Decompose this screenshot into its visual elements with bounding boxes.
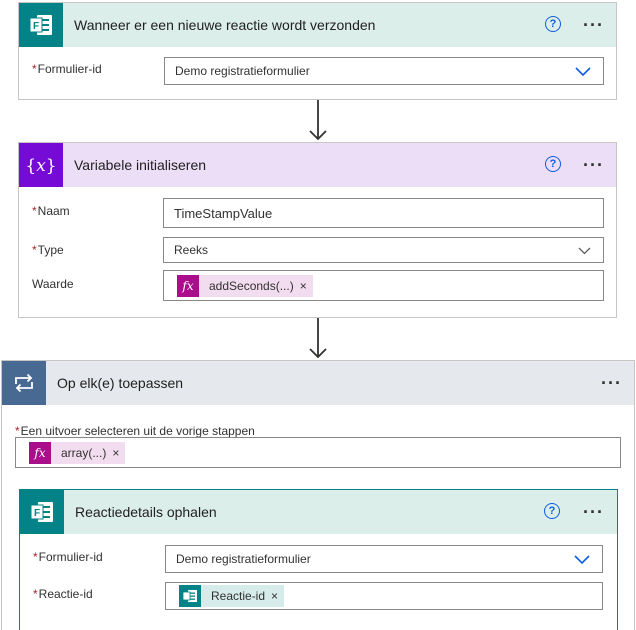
apply-to-each-title: Op elk(e) toepassen (57, 375, 184, 391)
forms-icon (179, 585, 201, 607)
more-options-icon[interactable]: ··· (583, 503, 604, 521)
dynamic-content-token[interactable]: Reactie-id × (179, 585, 285, 607)
more-options-icon[interactable]: ··· (583, 156, 604, 174)
name-label: *Naam (32, 204, 70, 218)
flow-arrow (309, 318, 327, 359)
variable-value-input[interactable]: fx addSeconds(...) × (163, 270, 604, 301)
init-variable-header[interactable]: {x} Variabele initialiseren ? ··· (19, 143, 616, 187)
init-variable-title: Variabele initialiseren (74, 157, 207, 173)
get-response-details-header[interactable]: F Reactiedetails ophalen ? ··· (20, 490, 617, 534)
svg-text:F: F (33, 21, 39, 32)
type-label: *Type (32, 243, 64, 257)
remove-token-icon[interactable]: × (112, 442, 125, 464)
chevron-down-icon (575, 67, 591, 77)
required-marker: * (33, 550, 38, 564)
expression-token-label: addSeconds(...) (209, 278, 294, 293)
variable-icon-tile: {x} (19, 143, 63, 187)
value-label: Waarde (32, 277, 74, 291)
required-marker: * (32, 62, 37, 76)
required-marker: * (15, 424, 20, 438)
fx-icon: fx (29, 441, 51, 464)
fx-icon: fx (177, 274, 199, 297)
select-output-input[interactable]: fx array(...) × (15, 437, 621, 468)
trigger-card: F Wanneer er een nieuwe reactie wordt ve… (18, 2, 617, 100)
select-output-label: *Een uitvoer selecteren uit de vorige st… (15, 424, 255, 438)
svg-text:{x}: {x} (25, 156, 56, 176)
remove-token-icon[interactable]: × (271, 585, 284, 607)
trigger-icon-tile: F (19, 3, 63, 47)
get-response-details-card: F Reactiedetails ophalen ? ··· *Formulie… (19, 489, 618, 630)
required-marker: * (32, 204, 37, 218)
variable-name-input[interactable]: TimeStampValue (163, 198, 604, 228)
variable-type-value: Reeks (174, 243, 209, 257)
variable-icon: {x} (25, 156, 56, 176)
more-options-icon[interactable]: ··· (601, 374, 622, 392)
form-id-value: Demo registratieformulier (175, 64, 310, 78)
remove-token-icon[interactable]: × (300, 275, 313, 297)
response-id-input[interactable]: Reactie-id × (165, 582, 603, 610)
init-variable-card: {x} Variabele initialiseren ? ··· *Naam … (18, 142, 617, 318)
help-icon[interactable]: ? (545, 16, 561, 32)
form-id-dropdown[interactable]: Demo registratieformulier (164, 57, 604, 85)
help-icon[interactable]: ? (545, 156, 561, 172)
forms-icon: F (30, 502, 53, 522)
apply-to-each-card: Op elk(e) toepassen ··· *Een uitvoer sel… (1, 360, 635, 630)
form-id-label: *Formulier-id (32, 62, 102, 76)
variable-name-value: TimeStampValue (174, 205, 273, 221)
trigger-title: Wanneer er een nieuwe reactie wordt verz… (74, 17, 376, 33)
expression-token[interactable]: fx addSeconds(...) × (177, 274, 313, 297)
more-options-icon[interactable]: ··· (583, 16, 604, 34)
loop-icon (15, 373, 33, 393)
form-id-value: Demo registratieformulier (176, 552, 311, 566)
forms-icon-tile: F (20, 490, 64, 534)
expression-token[interactable]: fx array(...) × (29, 441, 126, 464)
form-id-label: *Formulier-id (33, 550, 103, 564)
get-response-details-title: Reactiedetails ophalen (75, 504, 217, 520)
variable-type-dropdown[interactable]: Reeks (163, 237, 604, 263)
loop-icon-tile (2, 361, 46, 405)
flow-arrow (309, 100, 327, 141)
form-id-dropdown[interactable]: Demo registratieformulier (165, 545, 603, 573)
help-icon[interactable]: ? (544, 503, 560, 519)
trigger-card-header[interactable]: F Wanneer er een nieuwe reactie wordt ve… (19, 3, 616, 47)
chevron-down-icon (574, 555, 590, 565)
required-marker: * (33, 587, 38, 601)
svg-text:F: F (34, 508, 40, 519)
required-marker: * (32, 243, 37, 257)
chevron-down-icon (578, 247, 591, 255)
forms-icon: F (29, 15, 52, 35)
apply-to-each-header[interactable]: Op elk(e) toepassen ··· (2, 361, 634, 405)
response-id-label: *Reactie-id (33, 587, 93, 601)
expression-token-label: array(...) (61, 445, 107, 460)
dynamic-token-label: Reactie-id (211, 589, 266, 603)
